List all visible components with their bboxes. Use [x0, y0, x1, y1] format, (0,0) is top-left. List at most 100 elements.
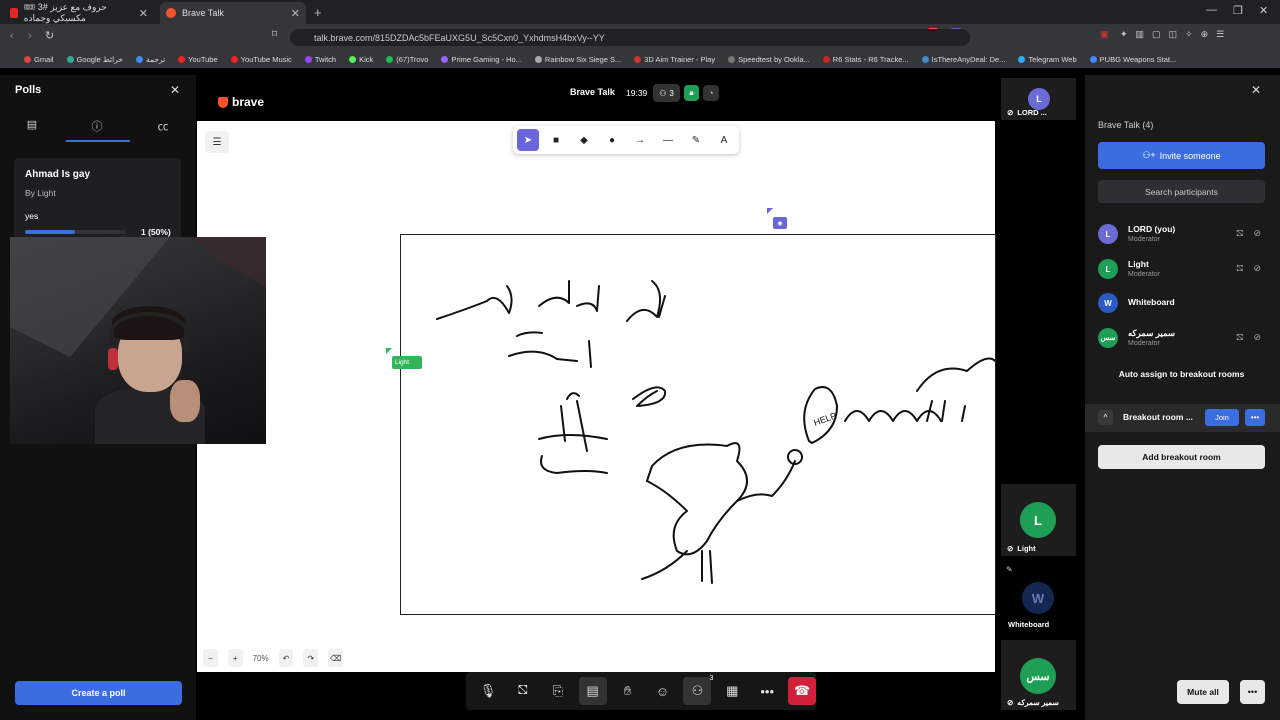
minimize-button[interactable]: — [1206, 4, 1217, 16]
arrow-tool-icon[interactable]: → [629, 129, 651, 151]
participant-count-badge[interactable]: ⚇ 3 [653, 84, 680, 102]
close-icon[interactable]: ✕ [1251, 83, 1261, 97]
close-icon[interactable]: ✕ [170, 83, 180, 97]
bookmark-item[interactable]: Rainbow Six Siege S... [534, 55, 621, 64]
extension-icon[interactable]: ▣ [1100, 29, 1109, 40]
more-icon[interactable]: ••• [1245, 409, 1265, 426]
participants-icon[interactable]: ⚇ 3 [683, 675, 713, 705]
add-breakout-room-button[interactable]: Add breakout room [1098, 445, 1265, 469]
r6-icon [534, 56, 542, 64]
bookmark-item[interactable]: Prime Gaming - Ho... [441, 55, 522, 64]
more-icon[interactable]: ••• [753, 677, 781, 705]
rectangle-tool-icon[interactable]: ■ [545, 129, 567, 151]
pencil-tool-icon[interactable]: ✎ [685, 129, 707, 151]
ellipse-tool-icon[interactable]: ● [601, 129, 623, 151]
participant-row[interactable]: W Whiteboard [1098, 288, 1265, 318]
mic-muted-icon[interactable]: ⊘ [1253, 332, 1261, 344]
translate-icon [135, 56, 143, 64]
avatar: W [1098, 293, 1118, 313]
mute-mic-icon[interactable]: 🎙︎ [474, 677, 502, 705]
hang-up-icon[interactable]: ☎︎ [788, 677, 817, 705]
participant-row[interactable]: سس سمير سمركه Moderator ⛞ ⊘ [1098, 323, 1265, 353]
mic-muted-icon[interactable]: ⊘ [1253, 263, 1261, 275]
mic-muted-icon[interactable]: ⊘ [1253, 228, 1261, 240]
youtube-icon [10, 8, 18, 18]
window-close-button[interactable]: ✕ [1259, 4, 1268, 17]
bookmark-item[interactable]: Speedtest by Ookla... [728, 55, 810, 64]
url-field[interactable]: talk.brave.com/815DZDAc5bFEaUXG5U_Sc5Cxn… [290, 29, 970, 46]
toolbar-icons[interactable]: ✦▥▢◫✧⊕☰ [1120, 29, 1232, 40]
reload-icon[interactable]: ↻ [45, 29, 54, 42]
select-tool-icon[interactable]: ➤ [517, 129, 539, 151]
poll-option[interactable]: yes [25, 211, 38, 221]
redo-icon[interactable]: ↷ [303, 649, 319, 667]
raise-hand-icon[interactable]: ✋︎ [614, 677, 642, 705]
close-icon[interactable]: ✕ [291, 7, 300, 20]
stats-icon[interactable]: ◔ [703, 85, 719, 101]
eraser-icon[interactable]: ⌫ [328, 649, 343, 667]
speedtest-icon [728, 56, 736, 64]
diamond-tool-icon[interactable]: ◆ [573, 129, 595, 151]
bookmark-item[interactable]: YouTube Music [230, 55, 292, 64]
bookmark-item[interactable]: PUBG Weapons Stat... [1089, 55, 1176, 64]
reactions-icon[interactable]: ☺ [649, 677, 677, 705]
tab-brave-talk[interactable]: Brave Talk ✕ [160, 2, 306, 24]
bookmark-item[interactable]: Google خرائط [66, 55, 123, 64]
back-icon[interactable]: ‹ [10, 30, 14, 42]
auto-assign-link[interactable]: Auto assign to breakout rooms [1098, 369, 1265, 379]
bookmark-item[interactable]: ترجمة [135, 55, 165, 64]
participant-row[interactable]: L Light Moderator ⛞ ⊘ [1098, 254, 1265, 284]
join-breakout-button[interactable]: Join [1205, 409, 1239, 426]
camera-off-icon[interactable]: ⛞ [1236, 263, 1243, 275]
bookmark-item[interactable]: Telegram Web [1018, 55, 1077, 64]
camera-off-icon[interactable]: ⛞ [509, 677, 537, 705]
call-controls: 🎙︎ ⛞ ⎘ ▤ ✋︎ ☺ ⚇ 3 ▦ ••• ☎︎ [466, 672, 817, 710]
invite-button[interactable]: ⚇+ Invite someone [1098, 142, 1265, 169]
lock-icon[interactable]: 🔒︎ [684, 85, 699, 101]
whiteboard-menu-icon[interactable]: ☰ [205, 131, 229, 153]
bookmark-item[interactable]: Gmail [24, 55, 54, 64]
pubg-icon [1089, 56, 1097, 64]
video-tile-lord[interactable]: L ⊘ LORD ... [1001, 78, 1076, 120]
bookmark-item[interactable]: Kick [349, 55, 373, 64]
text-tool-icon[interactable]: A [713, 129, 735, 151]
zoom-in-button[interactable]: + [227, 649, 243, 667]
tab-youtube[interactable]: حروف مع عزيز #3 🎟 مكسيكي وجماده ✕ [4, 2, 154, 24]
bookmark-icon[interactable]: ⌑ [272, 29, 277, 40]
participant-row[interactable]: L LORD (you) Moderator ⛞ ⊘ [1098, 219, 1265, 249]
video-tile-samir[interactable]: سس ⊘ سمير سمركه [1001, 640, 1076, 710]
search-participants-input[interactable]: Search participants [1098, 180, 1265, 203]
more-icon[interactable]: ••• [1240, 680, 1265, 704]
line-tool-icon[interactable]: — [657, 129, 679, 151]
mute-all-button[interactable]: Mute all [1177, 680, 1229, 704]
participant-role: Moderator [1128, 271, 1160, 278]
bookmark-item[interactable]: YouTube [178, 55, 218, 64]
share-screen-icon[interactable]: ⎘ [544, 677, 572, 705]
maximize-button[interactable]: ❐ [1233, 4, 1243, 17]
close-icon[interactable]: ✕ [139, 7, 148, 20]
avatar: سس [1098, 328, 1118, 348]
bookmark-item[interactable]: R6 Stats - R6 Tracke... [822, 55, 909, 64]
camera-off-icon[interactable]: ⛞ [1236, 228, 1243, 240]
bookmark-item[interactable]: Twitch [304, 55, 336, 64]
zoom-out-button[interactable]: − [203, 649, 218, 667]
tile-view-icon[interactable]: ▦ [718, 677, 746, 705]
new-tab-button[interactable]: + [314, 5, 322, 20]
chevron-up-icon[interactable]: ^ [1098, 410, 1113, 425]
bookmark-item[interactable]: IsThereAnyDeal: De... [921, 55, 1005, 64]
forward-icon[interactable]: › [28, 30, 32, 42]
bookmark-item[interactable]: (67)Trovo [386, 55, 428, 64]
undo-icon[interactable]: ↶ [278, 649, 294, 667]
camera-off-icon[interactable]: ⛞ [1236, 332, 1243, 344]
video-tile-light[interactable]: L ⊘ Light [1001, 484, 1076, 556]
chat-tab-icon[interactable]: ▤ [22, 118, 42, 131]
captions-tab-icon[interactable]: ㏄ [153, 118, 173, 134]
bookmark-item[interactable]: 3D Aim Trainer - Play [634, 55, 715, 64]
chat-icon[interactable]: ▤ [578, 677, 607, 705]
pin-icon[interactable]: ✎ [1006, 565, 1013, 574]
info-tab-icon[interactable]: ⓘ [87, 118, 107, 134]
zoom-level: 70% [252, 653, 269, 663]
create-poll-button[interactable]: Create a poll [15, 681, 182, 705]
video-tile-whiteboard[interactable]: ✎ W Whiteboard [1001, 560, 1076, 632]
mic-muted-icon: ⊘ [1007, 544, 1014, 553]
